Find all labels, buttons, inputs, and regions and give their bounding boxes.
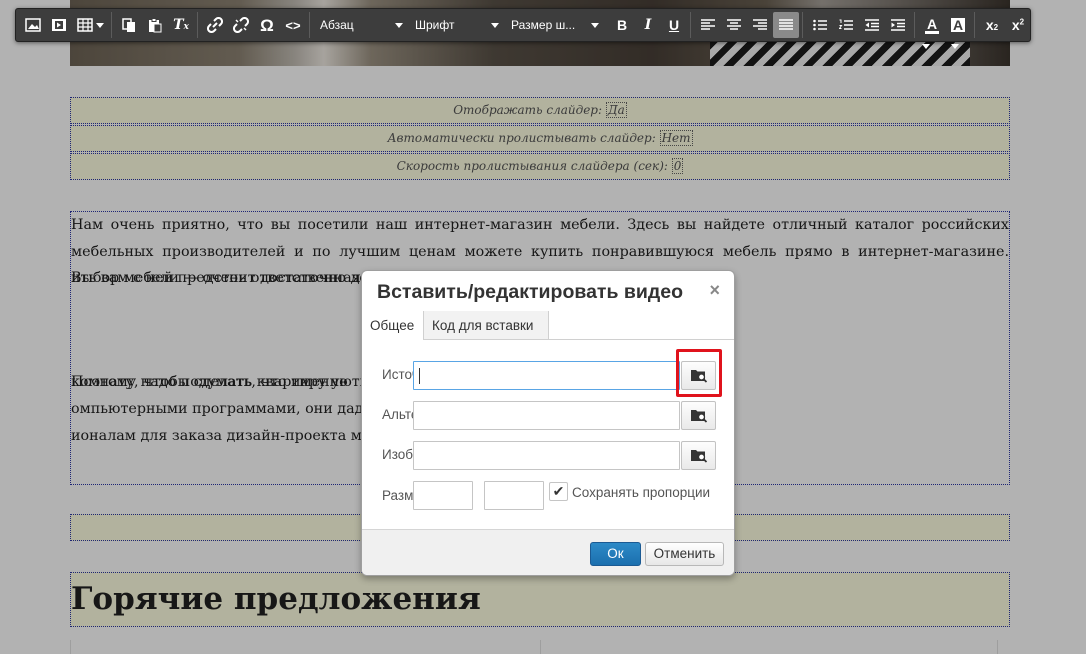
code-icon[interactable]: <> [280,12,306,38]
paste-icon[interactable] [142,12,168,38]
poster-input[interactable] [413,441,680,470]
keep-ratio-checkbox[interactable]: ✔ [549,482,568,501]
table-icon[interactable] [72,12,108,38]
background-color-icon[interactable]: A [945,12,971,38]
tab-embed-code[interactable]: Код для вставки [424,311,549,340]
chevron-down-icon [491,22,499,28]
bold-icon[interactable]: B [609,12,635,38]
size-dropdown-label: Размер ш... [511,18,576,32]
poster-browse-button[interactable] [681,441,716,470]
dialog-footer: Ок Отменить [362,529,734,575]
font-dropdown-label: Шрифт [415,18,455,32]
keep-ratio-label: Сохранять пропорции [572,485,711,500]
link-icon[interactable] [202,12,228,38]
source-input[interactable] [413,361,680,390]
alt-source-browse-button[interactable] [681,401,716,430]
alt-source-input[interactable] [413,401,680,430]
align-right-icon[interactable] [747,12,773,38]
italic-icon[interactable]: I [635,12,661,38]
tab-general[interactable]: Общее [362,311,424,340]
align-left-icon[interactable] [695,12,721,38]
omega-icon[interactable]: Ω [254,12,280,38]
folder-search-icon [690,450,707,463]
text-color-icon[interactable]: A [919,12,945,38]
bullet-list-icon[interactable] [807,12,833,38]
align-center-icon[interactable] [721,12,747,38]
dialog-header: Вставить/редактировать видео × [362,271,734,311]
text-color-dropdown-icon[interactable] [922,44,930,49]
color-picker-carets [917,44,959,49]
format-dropdown-label: Абзац [320,18,354,32]
insert-video-dialog: Вставить/редактировать видео × Общее Код… [361,270,735,576]
dimensions-label: Размеры [382,488,415,503]
unlink-icon[interactable] [228,12,254,38]
dialog-title: Вставить/редактировать видео [377,281,683,303]
chevron-down-icon [395,22,403,28]
media-icon[interactable] [46,12,72,38]
folder-search-icon [690,410,707,423]
indent-icon[interactable] [885,12,911,38]
underline-icon[interactable]: U [661,12,687,38]
font-dropdown[interactable]: Шрифт [409,12,505,38]
align-justify-icon[interactable] [773,12,799,38]
size-dropdown[interactable]: Размер ш... [505,12,605,38]
close-icon[interactable]: × [709,280,720,301]
editor-toolbar: Tx Ω <> Абзац Шрифт Размер ш... B I U A … [15,8,1031,42]
cancel-button[interactable]: Отменить [645,542,724,566]
source-label: Источник [382,367,415,382]
dialog-body: Источник Альтернативный источник Изображ… [362,340,734,529]
width-input[interactable] [413,481,473,510]
numbered-list-icon[interactable] [833,12,859,38]
superscript-icon[interactable]: x2 [1005,12,1031,38]
copy-icon[interactable] [116,12,142,38]
image-icon[interactable] [20,12,46,38]
clear-format-icon[interactable]: Tx [168,12,194,38]
poster-label: Изображение [382,447,415,462]
chevron-down-icon [591,22,599,28]
alt-source-label: Альтернативный источник [382,407,415,422]
format-dropdown[interactable]: Абзац [314,12,409,38]
subscript-icon[interactable]: x2 [979,12,1005,38]
text-cursor [419,368,420,384]
height-input[interactable] [484,481,544,510]
browse-highlight-box [676,349,722,397]
ok-button[interactable]: Ок [590,542,641,566]
background-color-dropdown-icon[interactable] [951,44,959,49]
outdent-icon[interactable] [859,12,885,38]
dialog-tabs: Общее Код для вставки [362,311,734,340]
